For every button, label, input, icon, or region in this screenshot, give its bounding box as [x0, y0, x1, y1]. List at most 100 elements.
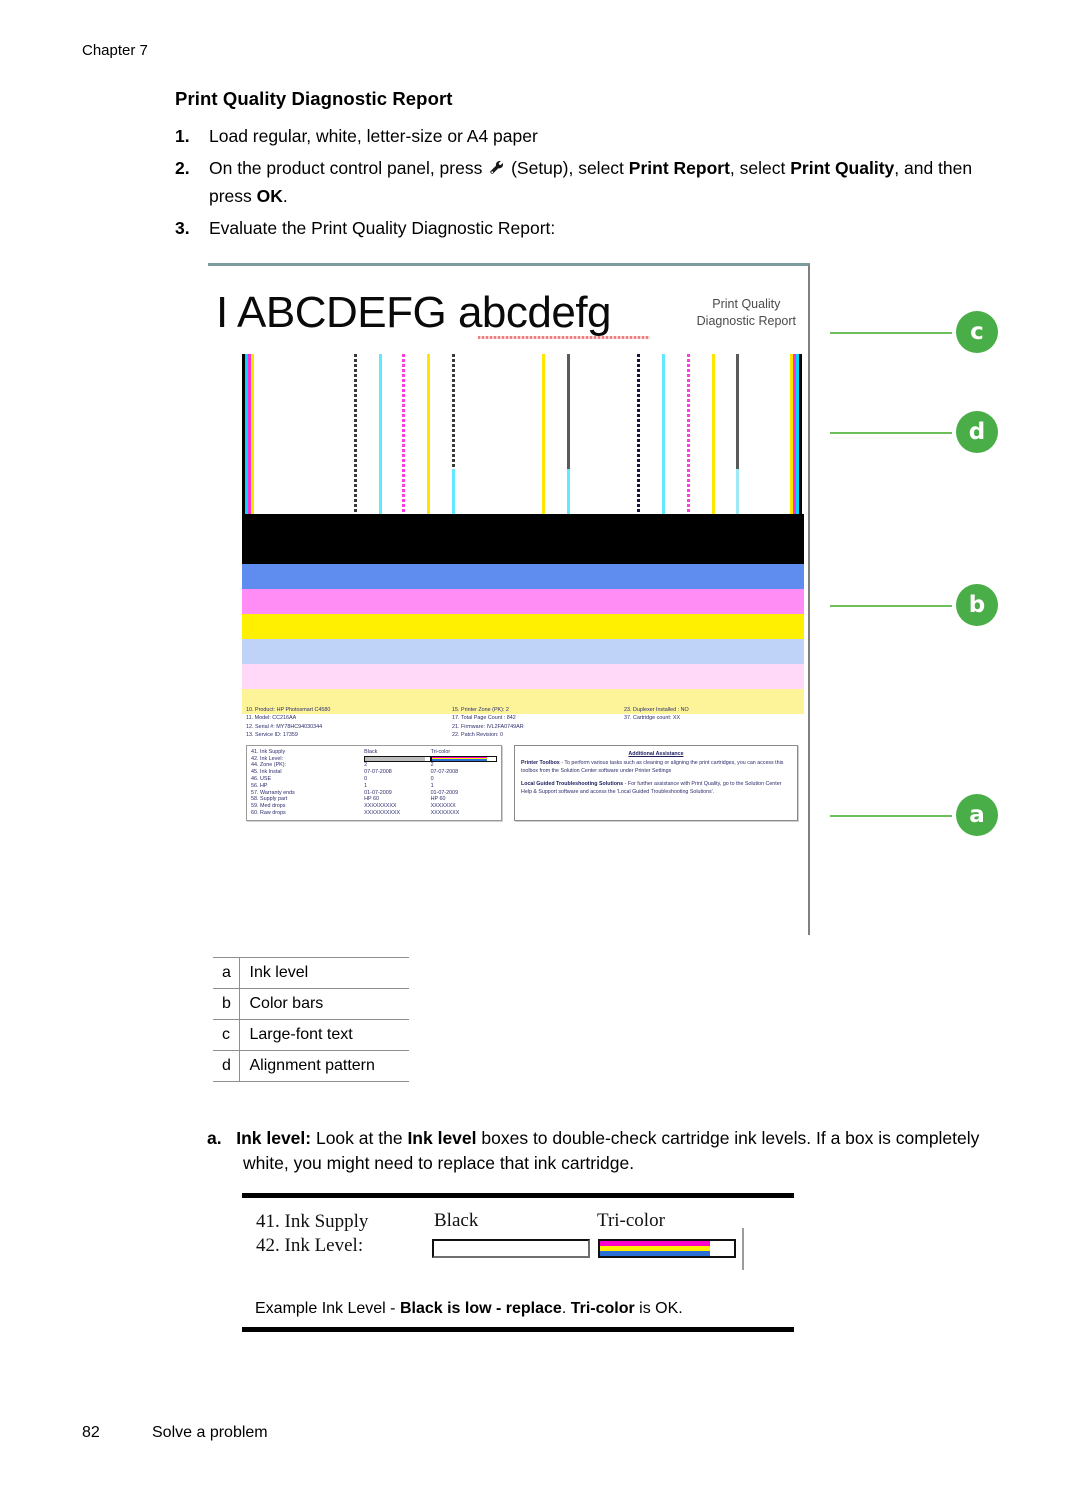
large-font-text-sample: I ABCDEFG abcdefg — [216, 288, 612, 338]
example-caption: Example Ink Level - Black is low - repla… — [255, 1300, 683, 1318]
step-bold-print-quality: Print Quality — [790, 158, 895, 179]
legend-key: d — [213, 1050, 240, 1082]
align-line-y1 — [427, 354, 430, 514]
table-row: 60. Raw drops XXXXXXXXXX XXXXXXXX — [251, 810, 497, 817]
steps-list: 1. Load regular, white, letter-size or A… — [175, 124, 995, 242]
table-row: 45. Ink Instal 07-07-2008 07-07-2008 — [251, 769, 497, 776]
report-info-col1: 10. Product: HP Photosmart C4580 11. Mod… — [246, 706, 442, 740]
callout-b: b — [808, 584, 998, 626]
report-info-block: 10. Product: HP Photosmart C4580 11. Mod… — [246, 706, 798, 822]
row-label: 45. Ink Instal — [251, 769, 282, 776]
align-line-k2-top — [452, 354, 455, 470]
report-title: Print Quality Diagnostic Report — [697, 296, 796, 330]
caption-pre: Example Ink Level - — [255, 1300, 400, 1317]
legend-key: b — [213, 988, 240, 1020]
item-a-marker: a. — [207, 1128, 222, 1148]
align-line-y2-top — [542, 354, 545, 470]
info-line: 37. Cartridge count: XX — [624, 715, 681, 722]
legend-label: Large-font text — [239, 1019, 409, 1051]
color-bar-light-blue — [242, 639, 804, 664]
spellcheck-squiggle — [478, 336, 650, 339]
step-text-pre: On the product control panel, press — [209, 158, 488, 179]
row-label: 41. Ink Supply — [251, 748, 286, 755]
example-head-black: Black — [434, 1210, 479, 1231]
callout-bubble-c: c — [956, 311, 998, 353]
chapter-label: Chapter 7 — [82, 42, 148, 59]
align-line-k1 — [354, 354, 357, 514]
caption-mid: . — [561, 1300, 571, 1317]
align-line-y3 — [712, 354, 715, 514]
step-item-3: 3. Evaluate the Print Quality Diagnostic… — [175, 216, 995, 241]
row-label: 57. Warranty ends — [251, 789, 295, 796]
caption-post: is OK. — [634, 1300, 683, 1317]
caption-bold-tricolor: Tri-color — [570, 1300, 635, 1317]
align-line-c1 — [379, 354, 382, 514]
row-black: 01-07-2009 — [364, 789, 392, 796]
row-tri: 01-07-2009 — [430, 789, 459, 796]
callout-a: a — [808, 794, 998, 836]
legend-row-d: d Alignment pattern — [213, 1050, 409, 1082]
legend-table: a Ink level b Color bars c Large-font te… — [213, 957, 409, 1082]
align-cluster-left — [242, 354, 254, 514]
row-tri: 2 — [430, 762, 434, 769]
callout-d: d — [808, 411, 998, 453]
step-bold-ok: OK — [256, 185, 283, 206]
report-title-line2: Diagnostic Report — [696, 313, 796, 328]
info-line: 11. Model: CC216AA — [246, 715, 297, 722]
item-a-lead: Ink level: — [236, 1128, 312, 1148]
step-text: Evaluate the Print Quality Diagnostic Re… — [209, 218, 556, 239]
row-tri: 07-07-2008 — [430, 769, 459, 776]
align-line-k2-bottom — [452, 469, 455, 514]
row-tri: 0 — [430, 776, 434, 783]
align-line-k5-bottom — [736, 469, 739, 514]
legend-label: Ink level — [239, 957, 409, 989]
table-row: 57. Warranty ends 01-07-2009 01-07-2009 — [251, 789, 497, 796]
figure-rule-bottom — [242, 1327, 794, 1332]
example-gauge-black — [432, 1239, 590, 1258]
align-line-y2-bottom — [542, 469, 545, 514]
row-black: XXXXXXXXXX — [364, 809, 401, 816]
row-tri: Tri-color — [430, 748, 451, 755]
callout-c: c — [808, 311, 998, 353]
row-black: Black — [364, 748, 378, 755]
example-label-ink-level: 42. Ink Level: — [256, 1234, 364, 1256]
info-line: 15. Printer Zone (PK): 2 — [452, 707, 509, 713]
color-bar-yellow — [242, 614, 804, 639]
row-label: 58. Supply part — [251, 796, 288, 803]
color-bar-magenta — [242, 589, 804, 614]
row-tri: XXXXXXXX — [430, 809, 460, 816]
diagnostic-report-figure: I ABCDEFG abcdefg Print Quality Diagnost… — [208, 263, 998, 953]
row-label: 59. Med drops — [251, 803, 286, 810]
assistance-title: Additional Assistance — [628, 750, 684, 757]
row-label: 44. Zone (PK): — [251, 762, 287, 769]
align-line-c2 — [662, 354, 665, 514]
item-a-paragraph: a. Ink level: Look at the Ink level boxe… — [207, 1126, 997, 1177]
large-font-sample-text: I ABCDEFG abcdefg — [216, 288, 612, 337]
alignment-pattern — [242, 354, 804, 514]
example-row-labels: 41. Ink Supply 42. Ink Level: — [256, 1210, 368, 1258]
step-text: Load regular, white, letter-size or A4 p… — [209, 126, 538, 146]
callout-bubble-a: a — [956, 794, 998, 836]
example-right-divider — [742, 1228, 744, 1270]
align-line-k4 — [637, 354, 640, 514]
page-footer: 82 Solve a problem — [82, 1424, 268, 1442]
table-row: 44. Zone (PK): 2 2 — [251, 762, 497, 769]
row-black-gauge — [364, 755, 431, 762]
legend-row-a: a Ink level — [213, 957, 409, 989]
align-cluster-right — [790, 354, 802, 514]
color-bars-block — [242, 514, 804, 714]
report-info-col2: 15. Printer Zone (PK): 2 17. Total Page … — [452, 706, 614, 740]
callout-line-a — [830, 815, 952, 817]
table-row: 58. Supply part HP 60 HP 60 — [251, 796, 497, 803]
example-head-tricolor: Tri-color — [597, 1210, 665, 1231]
align-line-k5-top — [736, 354, 739, 470]
legend-row-c: c Large-font text — [213, 1019, 409, 1051]
info-line: 12. Serial #: MY78HC94030344 — [246, 723, 323, 730]
info-line: 22. Patch Revision: 0 — [452, 732, 503, 739]
additional-assistance-box: Additional Assistance Printer Toolbox - … — [514, 744, 798, 822]
callout-line-c — [830, 332, 952, 334]
row-label: 56. HP — [251, 782, 268, 789]
align-line-m2 — [687, 354, 690, 514]
step-text-end: . — [282, 185, 288, 206]
color-bar-black — [242, 514, 804, 564]
